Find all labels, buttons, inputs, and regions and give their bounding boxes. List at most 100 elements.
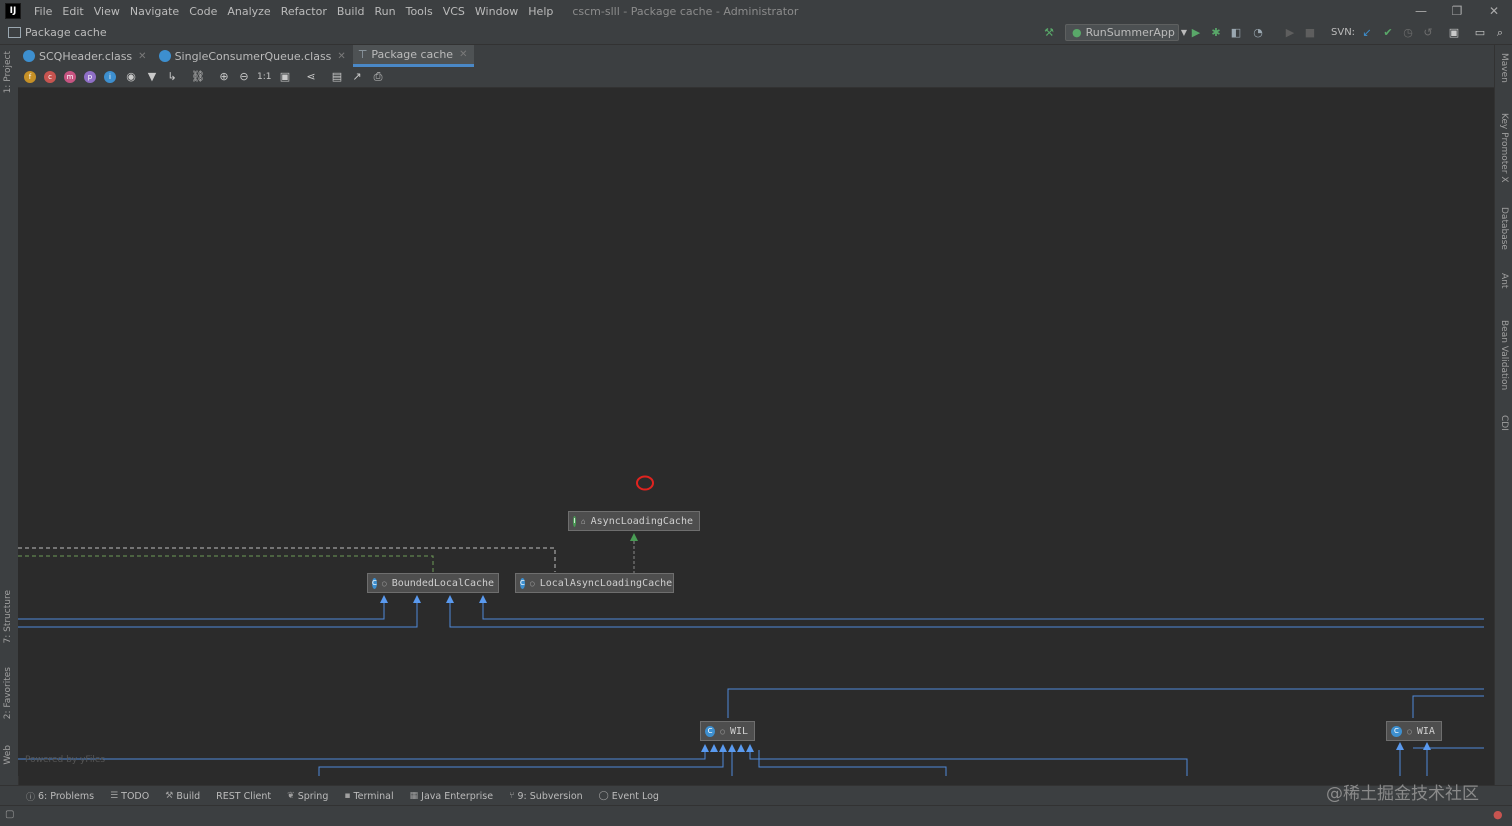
event-log-tab[interactable]: ◯ Event Log [591,791,667,802]
history-icon[interactable]: ◷ [1401,26,1415,40]
build-tab[interactable]: ⚒ Build [157,791,208,802]
close-window-button[interactable]: ✕ [1486,3,1502,19]
favorites-tool-tab[interactable]: 2: Favorites [3,667,13,719]
link-icon[interactable]: ⛓ [191,70,205,84]
rest-client-tab[interactable]: REST Client [208,791,279,802]
powered-by-label: Powered by yFiles [25,755,106,765]
zoom-in-icon[interactable]: ⊕ [217,70,231,84]
database-tool-tab[interactable]: Database [1499,207,1509,250]
close-tab-icon[interactable]: ✕ [459,49,467,60]
pause-icon[interactable]: ▶ [1283,26,1297,40]
bottom-tool-bar: ⓘ 6: Problems ☰ TODO ⚒ Build REST Client ❦ S… [0,785,1512,806]
interface-icon: I [573,515,576,527]
menu-file[interactable]: File [29,5,57,18]
close-tab-icon[interactable]: ✕ [337,51,345,62]
tab-singleconsumerqueue[interactable]: SingleConsumerQueue.class ✕ [154,45,353,67]
terminal-tab[interactable]: ▪ Terminal [336,791,401,802]
menu-code[interactable]: Code [184,5,222,18]
menu-window[interactable]: Window [470,5,523,18]
chevron-down-icon: ▼ [1180,28,1188,37]
event-log-icon: ◯ [598,791,609,801]
node-asyncloadingcache[interactable]: I ⌂ AsyncLoadingCache [568,511,700,531]
class-file-icon [158,50,171,62]
class-icon: C [372,577,377,589]
tab-package-cache[interactable]: ⊤ Package cache ✕ [352,45,475,67]
class-icon: C [705,725,716,737]
eye-icon[interactable]: ◉ [124,70,138,84]
presentation-icon[interactable]: ▭ [1473,26,1487,40]
search-everywhere-icon[interactable]: ⌕ [1493,26,1507,40]
menu-tools[interactable]: Tools [401,5,438,18]
diagram-edges [18,475,1484,776]
diagram-icon: ⊤ [357,48,368,61]
actual-size-icon[interactable]: 1:1 [257,70,271,84]
run-configuration-select[interactable]: ● RunSummerApp ▼ [1065,24,1187,41]
web-tool-tab[interactable]: Web [3,745,13,765]
menu-view[interactable]: View [89,5,125,18]
maven-tool-tab[interactable]: Maven [1499,53,1509,83]
stop-icon[interactable]: ■ [1303,26,1317,40]
public-visibility-icon: ⌂ [580,516,586,526]
menu-vcs[interactable]: VCS [438,5,470,18]
revert-icon[interactable]: ↺ [1421,26,1435,40]
project-tool-tab[interactable]: 1: Project [3,51,13,93]
spring-tab[interactable]: ❦ Spring [279,791,336,802]
constructors-filter-icon[interactable]: c [44,71,56,83]
java-enterprise-tab[interactable]: ▦ Java Enterprise [402,791,501,802]
inner-classes-filter-icon[interactable]: i [104,71,116,83]
tab-scqheader[interactable]: SCQHeader.class ✕ [18,45,154,67]
run-icon[interactable]: ▶ [1189,26,1203,40]
svn-update-icon[interactable]: ↙ [1360,26,1374,40]
node-boundedlocalcache[interactable]: C ○ BoundedLocalCache [367,573,499,593]
debug-icon[interactable]: ✱ [1209,26,1223,40]
node-wil[interactable]: C ○ WIL [700,721,755,741]
node-wia[interactable]: C ○ WIA [1386,721,1442,741]
structure-tool-tab[interactable]: 7: Structure [3,590,13,644]
node-label: LocalAsyncLoadingCache [539,577,673,589]
menu-run[interactable]: Run [370,5,401,18]
node-localasyncloadingcache[interactable]: C ○ LocalAsyncLoadingCache [515,573,674,593]
properties-filter-icon[interactable]: p [84,71,96,83]
problems-tab[interactable]: ⓘ 6: Problems [18,790,102,803]
menu-refactor[interactable]: Refactor [276,5,332,18]
menu-analyze[interactable]: Analyze [222,5,275,18]
cdi-tool-tab[interactable]: CDI [1499,415,1509,431]
filter-icon[interactable]: ▼ [145,70,159,84]
todo-tab[interactable]: ☰ TODO [102,791,157,802]
zoom-out-icon[interactable]: ⊖ [237,70,251,84]
minimize-button[interactable]: — [1413,3,1429,19]
key-promoter-tool-tab[interactable]: Key Promoter X [1499,113,1509,183]
svn-commit-icon[interactable]: ✔ [1381,26,1395,40]
methods-filter-icon[interactable]: m [64,71,76,83]
build-hammer-icon[interactable]: ⚒ [1042,26,1056,40]
export-icon[interactable]: ↗ [350,70,364,84]
subversion-tab[interactable]: ⑂ 9: Subversion [501,791,591,802]
coverage-icon[interactable]: ◧ [1229,26,1243,40]
save-icon[interactable]: ▤ [330,70,344,84]
run-config-icon: ● [1072,26,1082,39]
spring-icon: ❦ [287,791,295,801]
node-label: WIL [729,725,748,737]
menu-navigate[interactable]: Navigate [125,5,184,18]
tool-windows-toggle-icon[interactable]: ▢ [5,809,14,820]
project-structure-icon[interactable]: ▣ [1447,26,1461,40]
ant-tool-tab[interactable]: Ant [1499,273,1509,288]
fit-content-icon[interactable]: ▣ [278,70,292,84]
close-tab-icon[interactable]: ✕ [138,51,146,62]
bean-validation-tool-tab[interactable]: Bean Validation [1499,320,1509,390]
svn-label: SVN: [1331,27,1356,38]
diagram-canvas[interactable]: I ⌂ AsyncLoadingCache C ○ BoundedLocalCa… [18,88,1494,776]
error-indicator-icon[interactable]: ● [1493,808,1503,821]
edge-routing-icon[interactable]: ↳ [165,70,179,84]
profile-icon[interactable]: ◔ [1251,26,1265,40]
breadcrumb[interactable]: Package cache [8,26,107,39]
restore-button[interactable]: ❐ [1449,3,1465,19]
menu-help[interactable]: Help [523,5,558,18]
fields-filter-icon[interactable]: f [24,71,36,83]
menu-edit[interactable]: Edit [57,5,88,18]
menu-build[interactable]: Build [332,5,370,18]
layout-icon[interactable]: ⋖ [304,70,318,84]
print-icon[interactable]: ⎙ [371,70,385,84]
class-icon: C [1391,725,1402,737]
hammer-icon: ⚒ [165,791,174,801]
